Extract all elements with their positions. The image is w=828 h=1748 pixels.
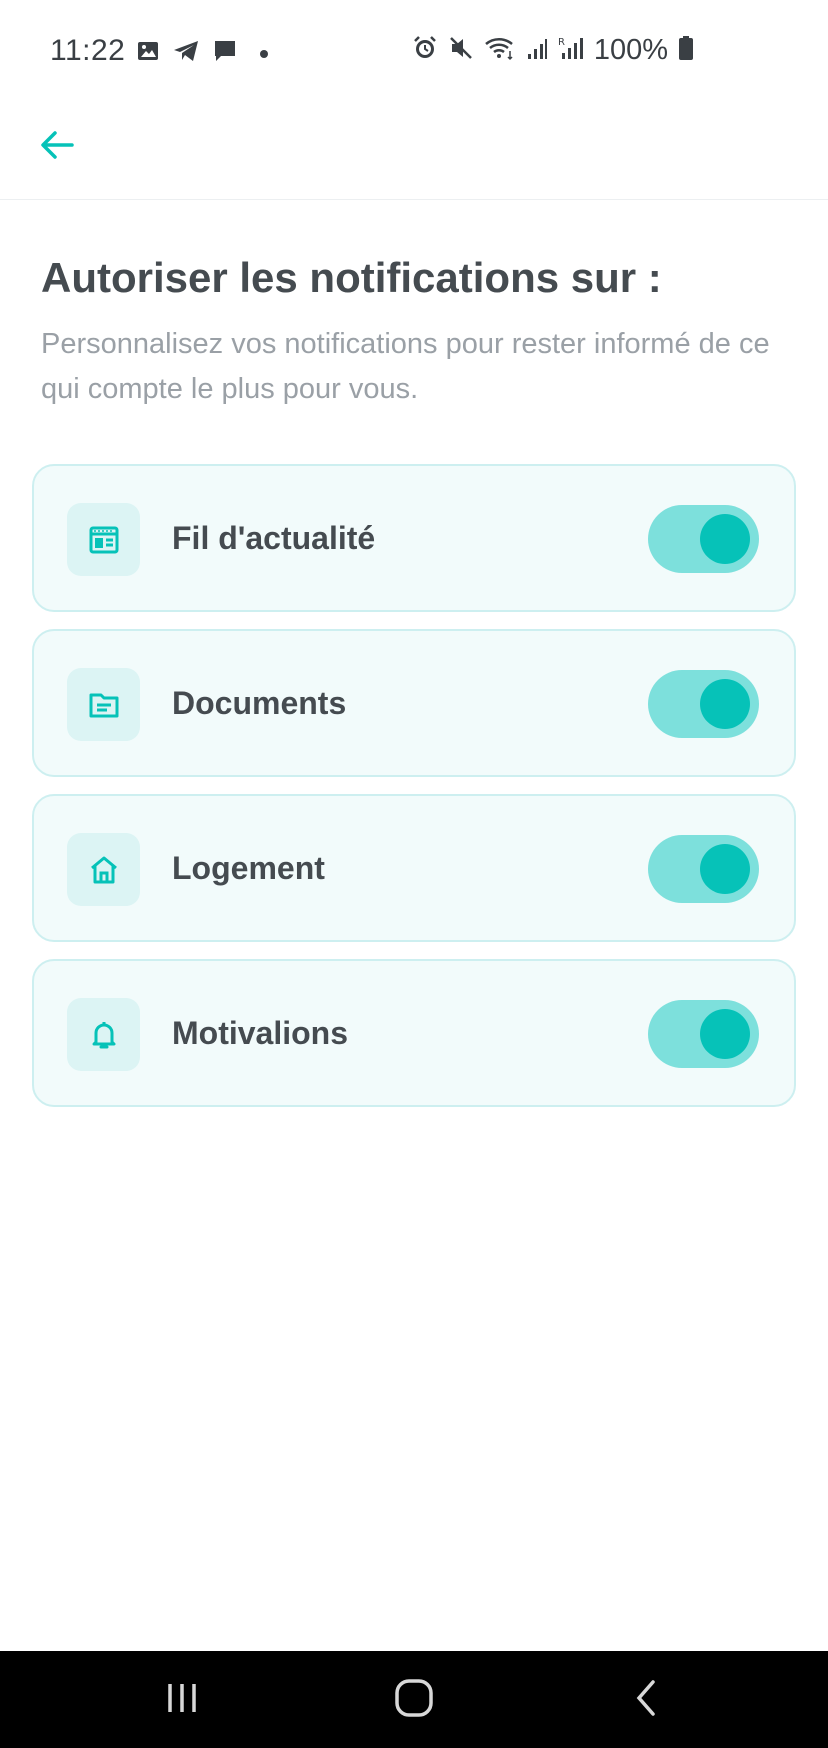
notification-label: Fil d'actualité	[172, 520, 376, 556]
notification-card-motivalions[interactable]: Motivalions	[32, 959, 796, 1107]
svg-text:R: R	[558, 37, 565, 48]
notification-toggle[interactable]	[648, 1000, 759, 1068]
mute-icon	[448, 35, 474, 66]
battery-icon	[678, 35, 694, 66]
image-icon	[136, 39, 160, 68]
battery-percent: 100%	[593, 34, 668, 66]
status-time: 11:22	[50, 34, 126, 67]
notification-card-documents[interactable]: Documents	[32, 629, 796, 777]
notification-list: Fil d'actualité Documents Logement Motiv…	[32, 464, 796, 1124]
notification-toggle[interactable]	[648, 670, 759, 738]
notification-label: Motivalions	[172, 1015, 349, 1051]
home-button[interactable]	[374, 1671, 454, 1729]
toggle-knob	[700, 844, 750, 894]
home-button-icon	[393, 1677, 435, 1724]
telegram-icon	[172, 39, 200, 68]
alarm-icon	[412, 35, 438, 66]
page-subtitle: Personnalisez vos notifications pour res…	[41, 328, 770, 405]
arrow-left-icon	[38, 126, 76, 169]
folder-icon	[67, 668, 140, 741]
status-left-icons	[136, 38, 268, 69]
toggle-knob	[700, 514, 750, 564]
newspaper-icon	[67, 503, 140, 576]
page-title: Autoriser les notifications sur :	[41, 254, 662, 301]
app-header	[0, 100, 828, 200]
home-icon	[67, 833, 140, 906]
back-chevron-icon	[631, 1678, 661, 1723]
system-back-button[interactable]	[606, 1671, 686, 1729]
signal-icon	[526, 36, 548, 65]
message-icon	[212, 38, 238, 69]
recents-button[interactable]	[142, 1671, 222, 1729]
toggle-knob	[700, 679, 750, 729]
status-right-icons: R 100%	[412, 34, 694, 67]
notification-label: Documents	[172, 685, 347, 721]
notification-toggle[interactable]	[648, 835, 759, 903]
dot-icon	[260, 45, 268, 63]
toggle-knob	[700, 1009, 750, 1059]
notification-card-logement[interactable]: Logement	[32, 794, 796, 942]
notification-label: Logement	[172, 850, 325, 886]
wifi-icon	[484, 35, 516, 66]
signal-roaming-icon: R	[558, 35, 584, 66]
back-button[interactable]	[32, 122, 82, 172]
notification-card-fil-actualite[interactable]: Fil d'actualité	[32, 464, 796, 612]
bell-icon	[67, 998, 140, 1071]
notification-toggle[interactable]	[648, 505, 759, 573]
system-nav-bar	[0, 1651, 828, 1748]
status-bar: 11:22 R 100%	[0, 0, 828, 100]
recents-icon	[162, 1680, 202, 1721]
